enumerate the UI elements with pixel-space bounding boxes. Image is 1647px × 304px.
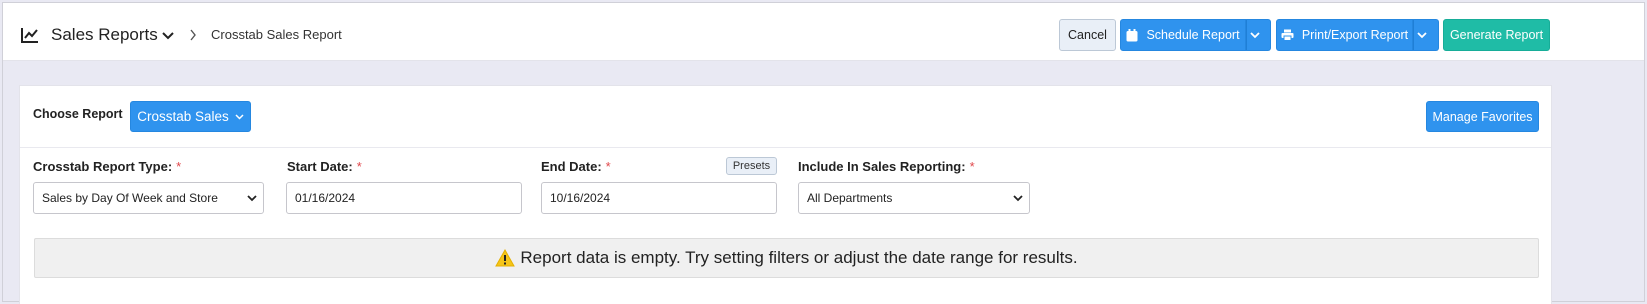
line-chart-icon	[21, 28, 38, 43]
warning-icon	[495, 249, 516, 267]
presets-button[interactable]: Presets	[726, 157, 777, 175]
page-header: Sales Reports Crosstab Sales Report Canc…	[3, 3, 1644, 61]
chevron-down-icon	[1013, 195, 1023, 202]
include-sales-select[interactable]: All Departments	[798, 182, 1030, 214]
report-selector-button[interactable]: Crosstab Sales	[130, 101, 251, 132]
page-title[interactable]: Sales Reports	[51, 25, 158, 45]
start-date-input[interactable]: 01/16/2024	[286, 182, 522, 214]
chevron-down-icon	[1417, 31, 1427, 38]
end-date-label-text: End Date:	[541, 159, 602, 174]
print-export-dropdown[interactable]	[1413, 19, 1439, 51]
chevron-down-icon	[247, 195, 257, 202]
empty-report-alert: Report data is empty. Try setting filter…	[34, 238, 1539, 278]
required-marker: *	[605, 159, 611, 174]
report-panel: Choose Report Crosstab Sales Manage Favo…	[19, 85, 1552, 304]
alert-message: Report data is empty. Try setting filter…	[520, 248, 1078, 267]
start-date-label-text: Start Date:	[287, 159, 353, 174]
app-frame: Sales Reports Crosstab Sales Report Canc…	[2, 2, 1645, 304]
report-type-value: Sales by Day Of Week and Store	[42, 191, 218, 205]
print-export-label: Print/Export Report	[1301, 28, 1409, 42]
schedule-report-dropdown[interactable]	[1246, 19, 1271, 51]
manage-favorites-button[interactable]: Manage Favorites	[1426, 101, 1539, 132]
end-date-label: End Date: *	[541, 159, 611, 174]
include-sales-value: All Departments	[807, 191, 893, 205]
report-selector-label: Crosstab Sales	[137, 109, 229, 124]
breadcrumb: Crosstab Sales Report	[211, 27, 342, 42]
include-sales-label: Include In Sales Reporting: *	[798, 159, 975, 174]
chevron-down-icon	[1249, 31, 1260, 38]
end-date-input[interactable]: 10/16/2024	[541, 182, 777, 214]
required-marker: *	[356, 159, 362, 174]
end-date-value: 10/16/2024	[550, 191, 611, 205]
start-date-value: 01/16/2024	[295, 191, 356, 205]
start-date-label: Start Date: *	[287, 159, 362, 174]
chevron-right-icon	[190, 29, 196, 41]
schedule-report-label: Schedule Report	[1146, 28, 1240, 42]
required-marker: *	[176, 159, 182, 174]
chevron-down-icon	[235, 113, 244, 120]
report-chooser-bar: Choose Report Crosstab Sales Manage Favo…	[20, 86, 1551, 148]
required-marker: *	[969, 159, 975, 174]
include-sales-label-text: Include In Sales Reporting:	[798, 159, 966, 174]
printer-icon	[1281, 29, 1294, 41]
generate-report-button[interactable]: Generate Report	[1443, 19, 1550, 51]
cancel-button[interactable]: Cancel	[1059, 19, 1116, 51]
report-type-label-text: Crosstab Report Type:	[33, 159, 173, 174]
choose-report-label: Choose Report	[33, 107, 123, 121]
schedule-report-button[interactable]: Schedule Report	[1120, 19, 1246, 51]
print-export-button[interactable]: Print/Export Report	[1276, 19, 1413, 51]
report-type-select[interactable]: Sales by Day Of Week and Store	[33, 182, 264, 214]
calendar-icon	[1126, 28, 1138, 41]
report-type-label: Crosstab Report Type: *	[33, 159, 181, 174]
chevron-down-icon[interactable]	[161, 31, 175, 41]
